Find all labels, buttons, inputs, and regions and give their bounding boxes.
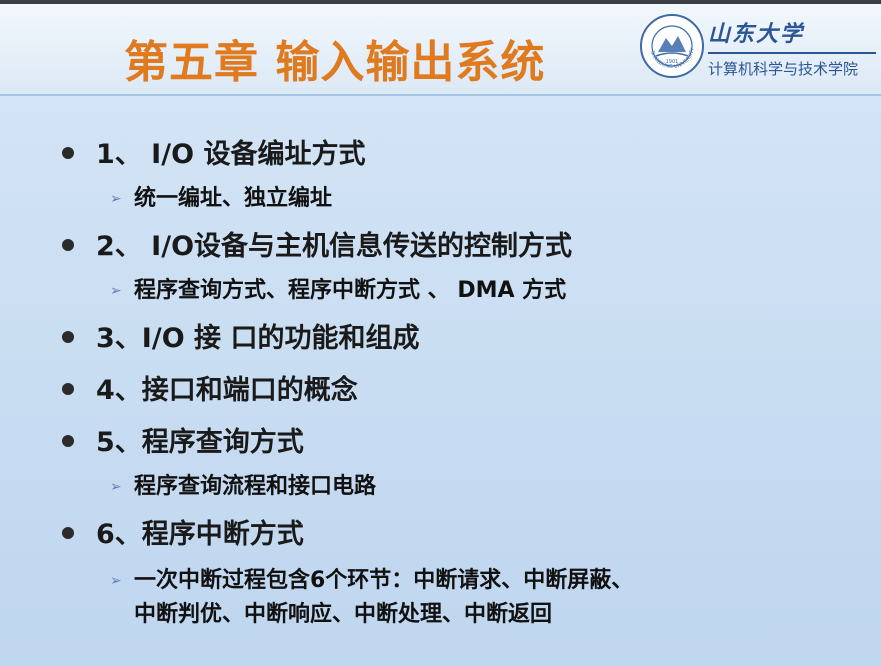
item-label: 6、程序中断方式 [96, 519, 304, 550]
university-seal-icon: SHANDONG UNIVERSITY 1901 [640, 14, 704, 78]
arrow-bullet-icon: ➢ [110, 479, 122, 495]
round-bullet-icon [62, 238, 74, 251]
round-bullet-icon [62, 526, 74, 539]
item-label: 2、 I/O设备与主机信息传送的控制方式 [96, 231, 573, 262]
item-label: 3、I/O 接 口的功能和组成 [96, 323, 420, 354]
list-item: 1、 I/O 设备编址方式 [62, 132, 365, 171]
slide-title: 第五章 输入输出系统 [124, 37, 546, 88]
list-item: 4、接口和端口的概念 [62, 368, 358, 407]
arrow-bullet-icon: ➢ [110, 191, 122, 207]
round-bullet-icon [62, 330, 74, 343]
round-bullet-icon [62, 434, 74, 447]
item-label: 5、程序查询方式 [96, 427, 304, 458]
list-item: 5、程序查询方式 [62, 420, 304, 459]
arrow-bullet-icon: ➢ [110, 573, 122, 589]
university-logo: SHANDONG UNIVERSITY 1901 山东大学 计算机科学与技术学院 [640, 14, 880, 88]
sub-item: ➢ 程序查询流程和接口电路 [110, 468, 376, 500]
sub-item: ➢ 统一编址、独立编址 [110, 180, 332, 212]
sub-item: ➢ 程序查询方式、程序中断方式 、 DMA 方式 [110, 272, 566, 304]
list-item: 6、程序中断方式 [62, 512, 304, 551]
university-name: 山东大学 [708, 21, 805, 47]
sub-item-label: 统一编址、独立编址 [134, 186, 333, 211]
seal-emblem-icon: SHANDONG UNIVERSITY 1901 [649, 25, 696, 70]
sub-item-continuation: 中断判优、中断响应、中断处理、中断返回 [134, 602, 553, 627]
sub-item-label: 一次中断过程包含6个环节：中断请求、中断屏蔽、 [134, 568, 634, 593]
list-item: 3、I/O 接 口的功能和组成 [62, 316, 419, 355]
logo-divider [708, 52, 876, 54]
seal-year: 1901 [666, 59, 679, 65]
slide-header: 第五章 输入输出系统 SHANDONG UNIVERSITY 1901 山东大学… [0, 4, 881, 96]
sub-item: ➢ 一次中断过程包含6个环节：中断请求、中断屏蔽、 [110, 562, 633, 594]
college-name: 计算机科学与技术学院 [708, 60, 859, 78]
item-label: 1、 I/O 设备编址方式 [96, 139, 366, 170]
item-label: 4、接口和端口的概念 [96, 375, 358, 406]
sub-item-label: 程序查询流程和接口电路 [134, 474, 377, 499]
sub-item-label: 程序查询方式、程序中断方式 、 DMA 方式 [134, 278, 567, 303]
arrow-bullet-icon: ➢ [110, 283, 122, 299]
round-bullet-icon [62, 146, 74, 159]
list-item: 2、 I/O设备与主机信息传送的控制方式 [62, 224, 572, 263]
slide: 第五章 输入输出系统 SHANDONG UNIVERSITY 1901 山东大学… [0, 4, 881, 666]
round-bullet-icon [62, 382, 74, 395]
